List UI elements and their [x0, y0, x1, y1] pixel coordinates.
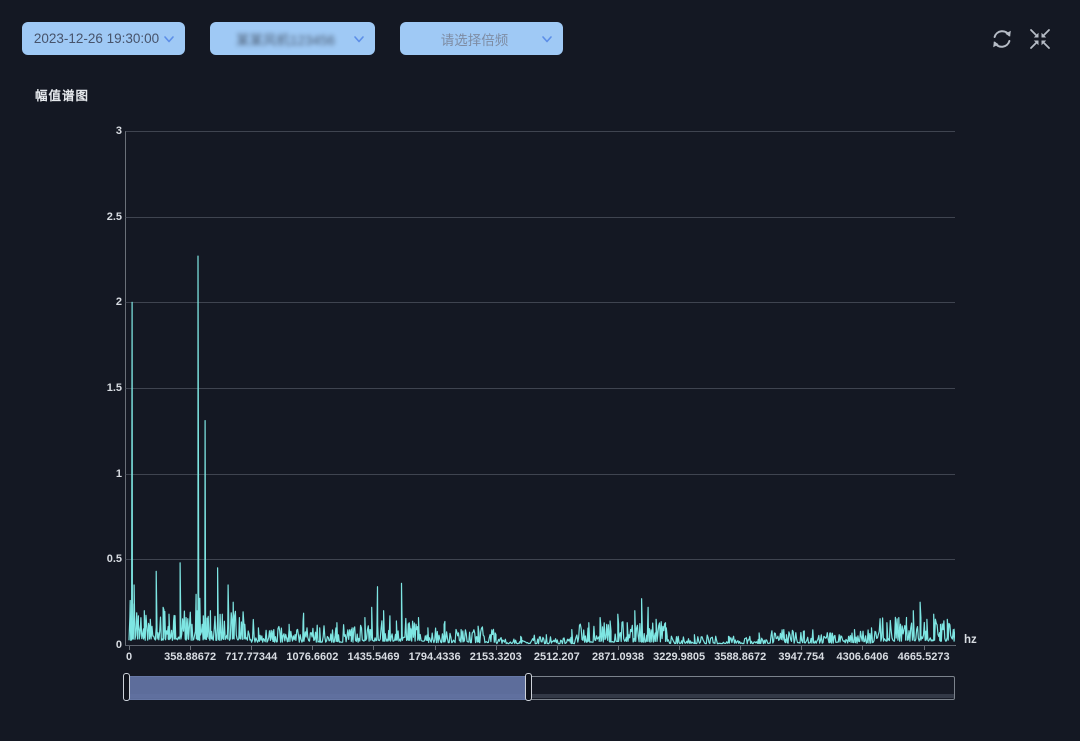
chevron-down-icon	[541, 33, 553, 45]
datazoom-slider-track[interactable]	[125, 676, 955, 700]
y-axis-tick-label: 1	[116, 468, 122, 480]
y-axis-tick-label: 0.5	[107, 553, 122, 565]
chevron-down-icon	[163, 33, 175, 45]
x-axis-tick-label: 4306.6406	[836, 651, 888, 663]
datazoom-selected-range[interactable]	[126, 676, 528, 700]
x-axis-tick-label: 0	[126, 651, 132, 663]
datazoom-left-handle[interactable]	[123, 673, 130, 701]
chevron-down-icon	[353, 33, 365, 45]
device-select[interactable]: 某某风机123456	[210, 22, 375, 55]
refresh-button[interactable]	[989, 26, 1015, 52]
x-axis-tick-label: 2871.0938	[592, 651, 644, 663]
x-axis-unit-label: hz	[964, 634, 977, 646]
x-axis-tick-label: 3229.9805	[653, 651, 705, 663]
x-axis-tick-mark	[862, 646, 863, 650]
x-axis-tick-label: 3588.8672	[714, 651, 766, 663]
gridline	[125, 645, 955, 646]
multiplier-select[interactable]: 请选择倍频	[400, 22, 563, 55]
datetime-select[interactable]: 2023-12-26 19:30:00	[22, 22, 185, 55]
x-axis-tick-mark	[618, 646, 619, 650]
x-axis-tick-mark	[679, 646, 680, 650]
datetime-select-value: 2023-12-26 19:30:00	[34, 31, 159, 46]
collapse-arrows-button[interactable]	[1027, 26, 1053, 52]
x-axis-tick-label: 358.88672	[164, 651, 216, 663]
x-axis-tick-mark	[924, 646, 925, 650]
x-axis-tick-label: 4665.5273	[898, 651, 950, 663]
x-axis-tick-label: 3947.754	[778, 651, 824, 663]
x-axis-tick-label: 717.77344	[225, 651, 277, 663]
spectrum-plot-area	[125, 131, 955, 645]
x-axis-tick-label: 1794.4336	[409, 651, 461, 663]
chart-title: 幅值谱图	[35, 85, 89, 104]
multiplier-select-placeholder: 请选择倍频	[441, 29, 509, 49]
x-axis-tick-label: 1435.5469	[347, 651, 399, 663]
x-axis-tick-label: 1076.6602	[286, 651, 338, 663]
x-axis-tick-label: 2512.207	[534, 651, 580, 663]
collapse-arrows-icon	[1029, 28, 1051, 50]
y-axis-tick-label: 2	[116, 296, 122, 308]
spectrum-line-series	[125, 131, 955, 645]
x-axis-tick-mark	[801, 646, 802, 650]
y-axis-tick-label: 3	[116, 125, 122, 137]
x-axis-tick-mark	[496, 646, 497, 650]
x-axis-tick-mark	[557, 646, 558, 650]
y-axis-tick-label: 1.5	[107, 382, 122, 394]
refresh-icon	[990, 27, 1014, 51]
x-axis-tick-mark	[435, 646, 436, 650]
x-axis-tick-mark	[190, 646, 191, 650]
x-axis-tick-mark	[312, 646, 313, 650]
y-axis-tick-label: 0	[116, 639, 122, 651]
x-axis-tick-mark	[373, 646, 374, 650]
x-axis-tick-mark	[740, 646, 741, 650]
x-axis-tick-mark	[129, 646, 130, 650]
datazoom-right-handle[interactable]	[525, 673, 532, 701]
x-axis-tick-mark	[251, 646, 252, 650]
y-axis-tick-label: 2.5	[107, 211, 122, 223]
x-axis-tick-label: 2153.3203	[470, 651, 522, 663]
device-select-value: 某某风机123456	[236, 29, 335, 49]
